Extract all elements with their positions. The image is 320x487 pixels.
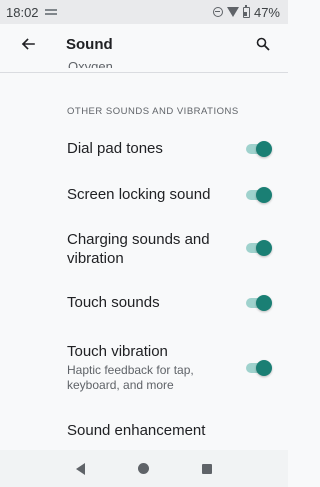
- setting-title: Touch vibration: [67, 343, 168, 360]
- dial-pad-tones-toggle[interactable]: [244, 141, 272, 157]
- section-divider: [0, 72, 288, 73]
- wifi-icon: [226, 7, 239, 17]
- notification-icon: [44, 7, 57, 17]
- page-title: Sound: [66, 35, 113, 53]
- setting-subtitle-line2: keyboard, and more: [67, 378, 174, 392]
- back-button[interactable]: [8, 24, 48, 64]
- status-time: 18:02: [6, 4, 39, 20]
- setting-sound-enhancement[interactable]: Sound enhancement: [0, 418, 288, 444]
- battery-icon: [242, 4, 250, 18]
- touch-sounds-toggle[interactable]: [244, 295, 272, 311]
- screen-locking-sound-toggle[interactable]: [244, 187, 272, 203]
- touch-vibration-toggle[interactable]: [244, 360, 272, 376]
- nav-back-icon[interactable]: [76, 462, 86, 475]
- setting-screen-locking-sound[interactable]: Screen locking sound: [0, 182, 288, 208]
- setting-charging-sounds[interactable]: Charging sounds and vibration: [0, 230, 288, 270]
- status-bar: 18:02 47%: [0, 0, 288, 24]
- toggle-thumb: [256, 295, 272, 311]
- toggle-thumb: [256, 360, 272, 376]
- setting-title: Screen locking sound: [67, 186, 211, 203]
- setting-title: Dial pad tones: [67, 140, 163, 157]
- setting-touch-vibration[interactable]: Touch vibration Haptic feedback for tap,…: [0, 340, 288, 396]
- nav-home-icon[interactable]: [137, 463, 149, 474]
- search-icon: [256, 37, 270, 51]
- setting-title-line2: vibration: [67, 250, 124, 267]
- clipped-setting-value: Oxygen: [68, 59, 113, 68]
- toggle-thumb: [256, 141, 272, 157]
- toggle-thumb: [256, 187, 272, 203]
- setting-dial-pad-tones[interactable]: Dial pad tones: [0, 136, 288, 162]
- setting-title: Touch sounds: [67, 294, 160, 311]
- setting-touch-sounds[interactable]: Touch sounds: [0, 290, 288, 316]
- toggle-thumb: [256, 240, 272, 256]
- status-icons: 47%: [212, 4, 280, 20]
- app-bar: Sound: [0, 24, 288, 64]
- do-not-disturb-icon: [212, 7, 223, 17]
- search-button[interactable]: [248, 29, 278, 59]
- back-arrow-icon: [21, 38, 35, 50]
- setting-subtitle-line1: Haptic feedback for tap,: [67, 363, 194, 377]
- section-header: OTHER SOUNDS AND VIBRATIONS: [67, 106, 239, 117]
- setting-title-line1: Charging sounds and: [67, 231, 210, 248]
- settings-screen: 18:02 47% Sound Oxygen OTHER SOUNDS AND …: [0, 0, 288, 487]
- system-nav-bar: [0, 450, 288, 487]
- nav-recents-icon[interactable]: [201, 463, 212, 474]
- battery-percent: 47%: [253, 4, 280, 20]
- setting-title: Sound enhancement: [67, 422, 206, 439]
- charging-sounds-toggle[interactable]: [244, 240, 272, 256]
